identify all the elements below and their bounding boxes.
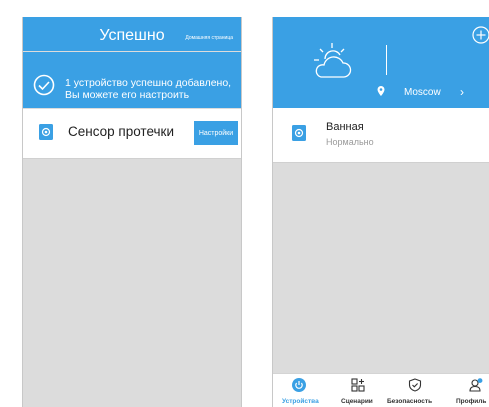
tab-scenes[interactable]: Сценарии <box>333 374 383 407</box>
power-icon <box>292 378 306 392</box>
partly-cloudy-icon <box>314 43 352 78</box>
check-circle-icon <box>33 74 55 96</box>
left-screen: Успешно Домашняя страница 1 устройство у… <box>22 17 242 407</box>
chevron-right-icon[interactable]: › <box>460 85 464 99</box>
tab-label: Устройства <box>282 398 319 405</box>
right-screen: Moscow › Ванная Нормально Устройства Сце… <box>272 17 489 407</box>
tab-label: Профиль <box>456 398 487 405</box>
room-status: Нормально <box>326 137 374 147</box>
bottom-tab-bar: Устройства Сценарии Безопасность Профиль <box>273 373 489 407</box>
banner-message-line2: Вы можете его настроить <box>65 89 190 101</box>
settings-button[interactable]: Настройки <box>194 121 238 145</box>
add-device-icon[interactable] <box>472 26 489 44</box>
location-pin-icon <box>377 86 385 96</box>
leak-sensor-icon <box>39 124 53 140</box>
notification-dot <box>477 378 483 383</box>
device-row[interactable]: Сенсор протечки Настройки <box>23 109 241 159</box>
tab-profile[interactable]: Профиль <box>453 374 489 407</box>
home-page-link[interactable]: Домашняя страница <box>185 35 233 41</box>
device-name: Сенсор протечки <box>68 124 174 139</box>
tab-label: Сценарии <box>341 398 373 405</box>
header: Успешно Домашняя страница <box>23 17 241 51</box>
scenes-icon <box>351 378 365 392</box>
profile-icon <box>469 378 483 392</box>
tab-label: Безопасность <box>387 398 433 405</box>
room-name: Ванная <box>326 121 364 133</box>
location-label[interactable]: Moscow <box>404 87 441 98</box>
header-divider <box>386 45 387 75</box>
banner-message-line1: 1 устройство успешно добавлено, <box>65 77 232 89</box>
tab-devices[interactable]: Устройства <box>273 374 325 407</box>
room-row[interactable]: Ванная Нормально <box>273 108 489 163</box>
success-banner: 1 устройство успешно добавлено, Вы может… <box>23 52 241 108</box>
tab-security[interactable]: Безопасность <box>387 374 448 407</box>
header: Moscow › <box>273 17 489 108</box>
leak-sensor-icon <box>292 125 306 141</box>
shield-icon <box>408 378 422 392</box>
